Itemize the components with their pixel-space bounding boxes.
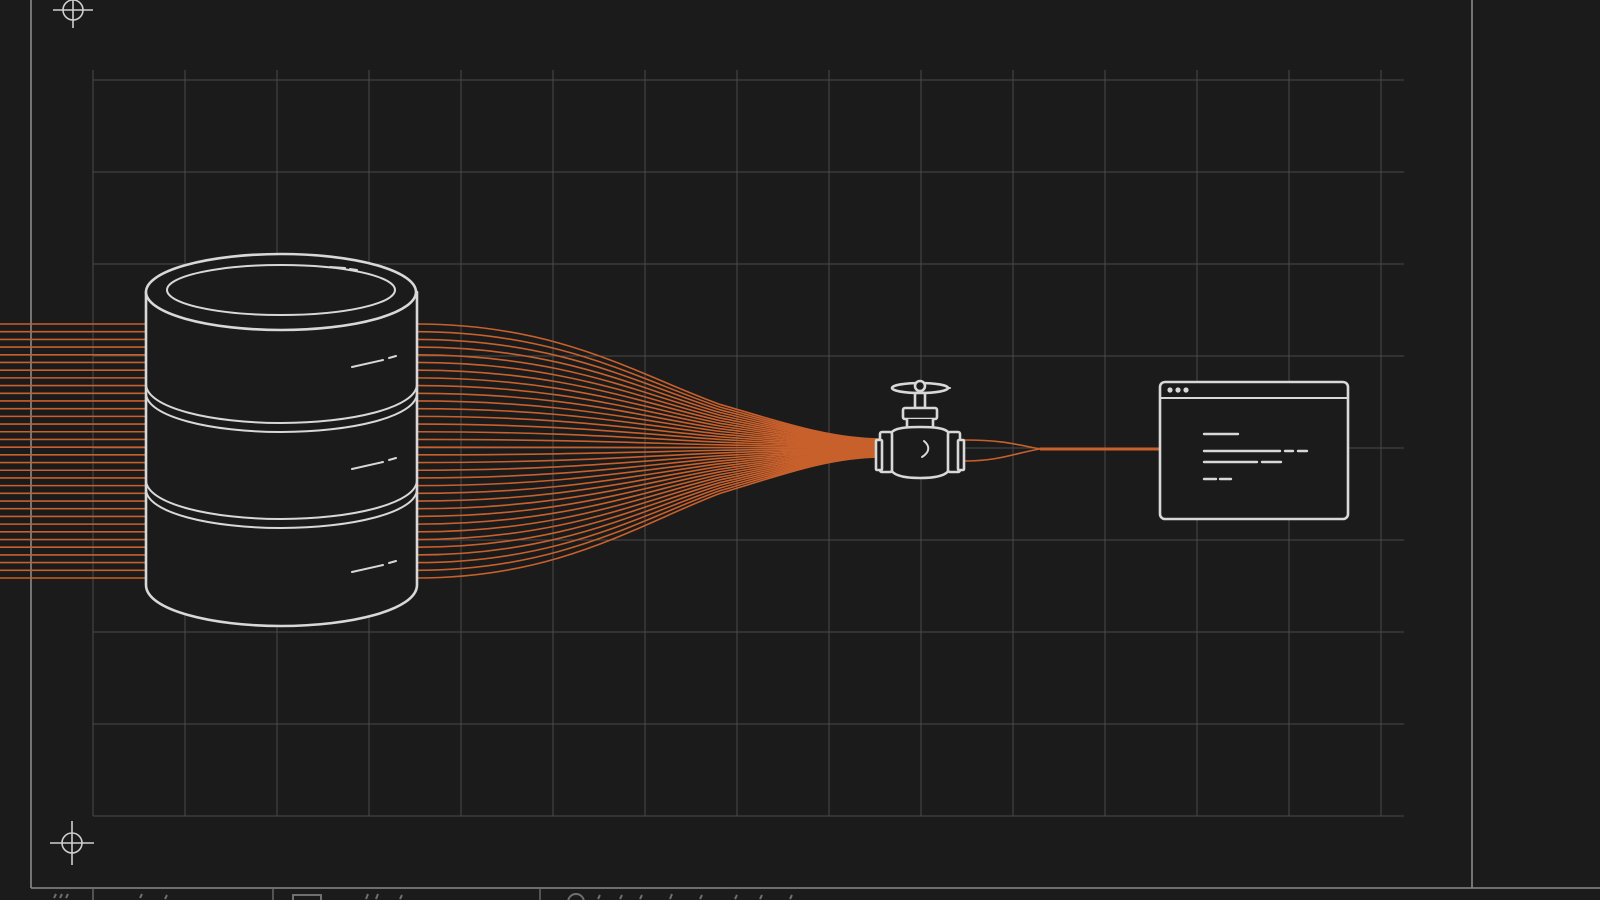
data-strand	[416, 446, 881, 449]
incoming-data-bundle	[0, 323, 146, 579]
crosshair-icon	[53, 0, 93, 28]
data-strand	[416, 455, 881, 564]
browser-window-icon	[1158, 380, 1350, 521]
toolbar-icon[interactable]	[292, 893, 403, 900]
bottom-toolbar	[31, 887, 1600, 900]
toolbar-icon[interactable]	[53, 893, 69, 899]
window-dot	[1183, 387, 1189, 393]
window-dot	[1167, 387, 1173, 393]
filtered-output-stream	[963, 439, 1160, 462]
window-dot	[1175, 387, 1181, 393]
data-strand	[963, 448, 1041, 462]
toolbar-icon[interactable]	[139, 893, 168, 900]
database-cylinder-icon	[144, 252, 419, 628]
data-flow-diagram	[0, 0, 1600, 900]
crosshair-icon	[50, 821, 94, 865]
valve-icon	[874, 379, 966, 480]
toolbar-icon[interactable]	[567, 893, 793, 900]
data-strand	[416, 330, 881, 441]
data-strand	[416, 323, 881, 440]
